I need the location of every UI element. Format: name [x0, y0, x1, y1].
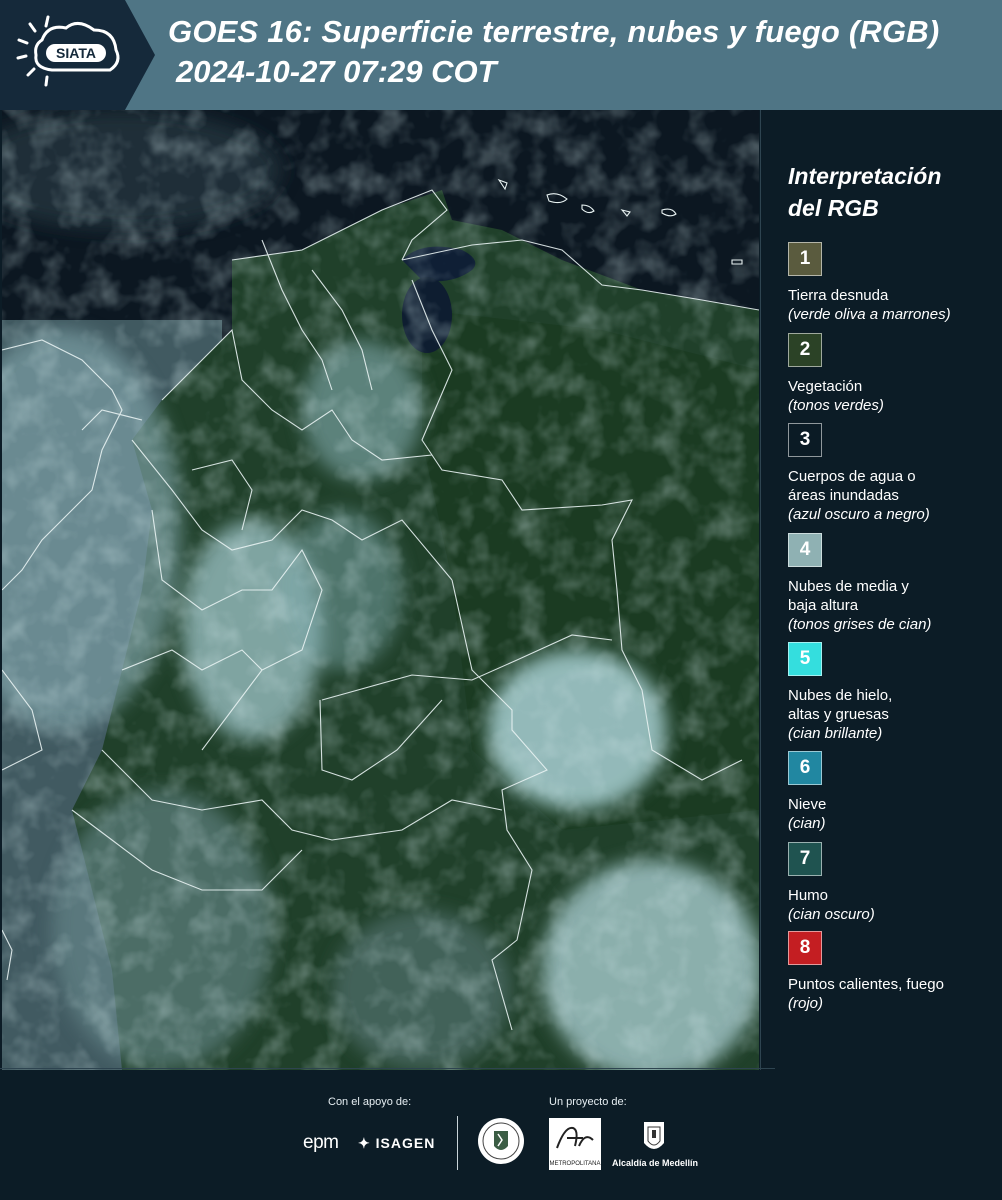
legend-swatch: 2	[788, 333, 822, 367]
legend-sub: (azul oscuro a negro)	[788, 506, 930, 523]
legend-sub: (verde oliva a marrones)	[788, 306, 951, 323]
legend-sub: (cian brillante)	[788, 725, 883, 742]
legend-label: Cuerpos de agua o	[788, 468, 916, 485]
legend-title-line1: Interpretación	[788, 163, 942, 189]
legend-item-vegetation: 2 Vegetación (tonos verdes)	[788, 333, 1002, 415]
legend-label: Humo	[788, 887, 829, 904]
svg-text:SIATA: SIATA	[56, 45, 96, 61]
map-divider	[760, 110, 761, 1070]
legend-sub: (tonos verdes)	[788, 397, 884, 414]
legend-label: Tierra desnuda	[788, 287, 889, 304]
project-caption: Un proyecto de:	[549, 1096, 627, 1108]
legend-label-line2: altas y gruesas	[788, 706, 889, 723]
legend-item-fire: 8 Puntos calientes, fuego (rojo)	[788, 931, 1002, 1013]
legend-swatch: 4	[788, 533, 822, 567]
satellite-map	[2, 110, 759, 1070]
header-bar: SIATA GOES 16: Superficie terrestre, nub…	[0, 0, 1002, 110]
footer-divider	[0, 1068, 775, 1069]
legend-swatch: 8	[788, 931, 822, 965]
siata-logo: SIATA	[0, 0, 155, 110]
legend-item-water: 3 Cuerpos de agua o áreas inundadas (azu…	[788, 423, 1002, 524]
area-logo-text: METROPOLITANA	[549, 1161, 601, 1167]
legend-title-line2: del RGB	[788, 195, 879, 221]
isagen-text: ISAGEN	[375, 1135, 436, 1151]
area-metropolitana-logo: METROPOLITANA	[549, 1118, 601, 1170]
legend-item-low-clouds: 4 Nubes de media y baja altura (tonos gr…	[788, 533, 1002, 634]
page-title: GOES 16: Superficie terrestre, nubes y f…	[168, 14, 940, 49]
alcaldia-shield-icon	[644, 1122, 664, 1149]
area-script-icon	[556, 1126, 594, 1149]
legend-swatch: 5	[788, 642, 822, 676]
legend-label: Vegetación	[788, 378, 863, 395]
isagen-logo: ✦ ISAGEN	[358, 1135, 435, 1152]
legend-item-snow: 6 Nieve (cian)	[788, 751, 1002, 833]
support-caption: Con el apoyo de:	[328, 1096, 412, 1108]
legend-label-line2: áreas inundadas	[788, 487, 899, 504]
timestamp: 2024-10-27 07:29 COT	[176, 54, 497, 89]
legend-item-bare-soil: 1 Tierra desnuda (verde oliva a marrones…	[788, 242, 1002, 324]
legend-sub: (rojo)	[788, 995, 824, 1012]
legend-sub: (cian oscuro)	[788, 906, 875, 923]
legend-label: Nubes de media y	[788, 578, 909, 595]
legend-label: Nubes de hielo,	[788, 687, 893, 704]
alcaldia-text: Alcaldía de Medellín	[612, 1158, 699, 1168]
legend-panel: Interpretación del RGB 1 Tierra desnuda …	[788, 160, 998, 1012]
legend-item-smoke: 7 Humo (cian oscuro)	[788, 842, 1002, 924]
legend-label: Puntos calientes, fuego	[788, 976, 944, 993]
legend-item-ice-clouds: 5 Nubes de hielo, altas y gruesas (cian …	[788, 642, 1002, 743]
legend-swatch: 1	[788, 242, 822, 276]
legend-swatch: 7	[788, 842, 822, 876]
footer-separator	[457, 1116, 458, 1170]
legend-label: Nieve	[788, 796, 827, 813]
legend-sub: (cian)	[788, 815, 826, 832]
legend-sub: (tonos grises de cian)	[788, 616, 932, 633]
legend-title: Interpretación del RGB	[788, 160, 998, 224]
legend-swatch: 6	[788, 751, 822, 785]
epm-logo: epm	[303, 1132, 339, 1153]
legend-swatch: 3	[788, 423, 822, 457]
footer: Con el apoyo de: Un proyecto de: epm ✦ I…	[0, 1068, 1002, 1200]
isagen-star-icon: ✦	[358, 1135, 371, 1151]
medellin-seal-icon	[478, 1118, 524, 1164]
legend-label-line2: baja altura	[788, 597, 859, 614]
